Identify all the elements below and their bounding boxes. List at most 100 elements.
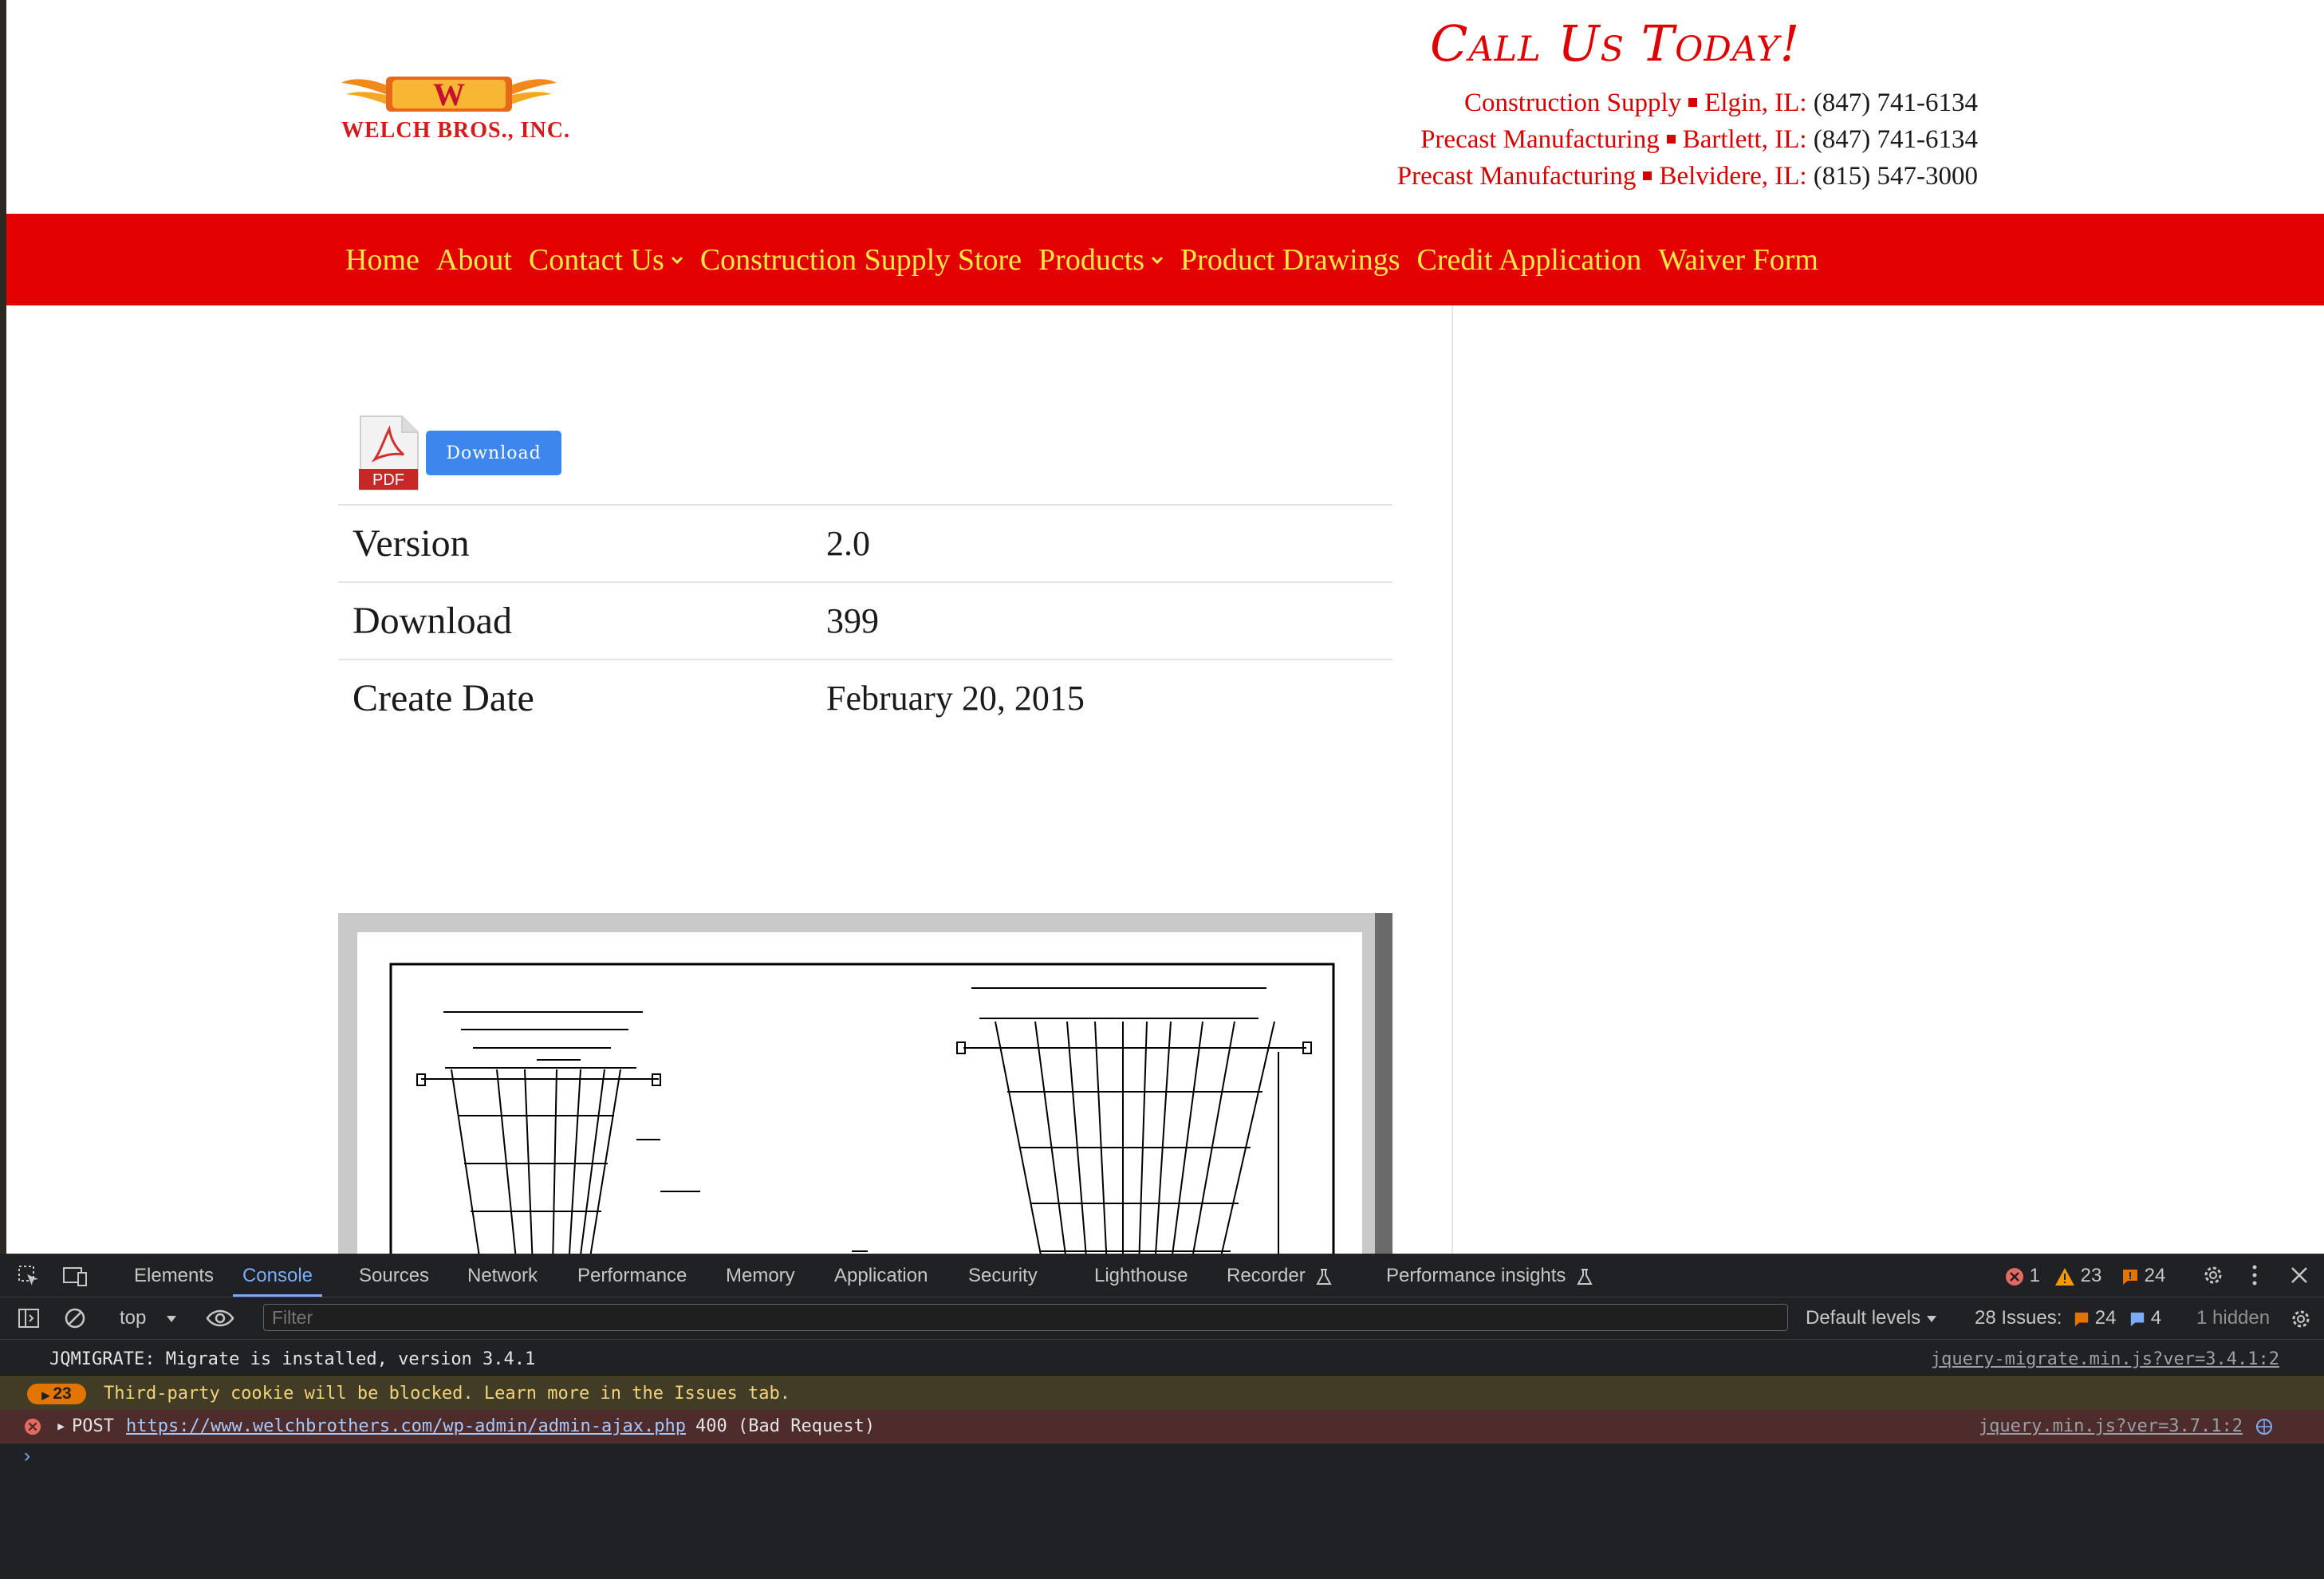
nav-contact-us[interactable]: Contact Us	[529, 242, 683, 278]
svg-text:PDF: PDF	[372, 471, 404, 489]
tab-sources[interactable]: Sources	[359, 1254, 429, 1297]
nav-products[interactable]: Products	[1038, 242, 1164, 278]
nav-waiver-form[interactable]: Waiver Form	[1658, 242, 1818, 278]
sidebar-toggle-icon[interactable]	[18, 1307, 40, 1329]
welch-bros-logo[interactable]: W WELCH BROS., INC.	[341, 72, 597, 152]
desktop-edge	[0, 0, 6, 1254]
nav-label: Products	[1038, 242, 1145, 277]
nav-construction-supply-store[interactable]: Construction Supply Store	[700, 242, 1022, 278]
clear-console-icon[interactable]	[64, 1307, 86, 1329]
contact-phone[interactable]: (847) 741-6134	[1814, 125, 1978, 154]
pdf-preview[interactable]	[338, 913, 1392, 1254]
nav-label: Credit Application	[1416, 242, 1642, 277]
bullet-square-icon	[1688, 98, 1698, 108]
issue-flag-icon	[2074, 1312, 2089, 1326]
flask-icon	[1316, 1268, 1333, 1285]
request-method: POST	[72, 1416, 114, 1436]
contact-label: Precast Manufacturing	[1396, 162, 1637, 191]
chevron-down-icon	[1151, 256, 1164, 264]
chevron-down-icon	[671, 256, 683, 264]
repeat-count-badge: ▶ 23	[27, 1384, 86, 1404]
contact-phone[interactable]: (815) 547-3000	[1814, 162, 1978, 191]
message-source-link[interactable]: jquery-migrate.min.js?ver=3.4.1:2	[1931, 1343, 2279, 1376]
nav-label: About	[435, 242, 512, 277]
issue-flag-icon	[2123, 1269, 2137, 1285]
issues-warn-count: 24	[2094, 1307, 2117, 1329]
contact-lines: Construction Supply Elgin, IL: (847) 741-…	[1397, 85, 1978, 195]
tab-elements[interactable]: Elements	[134, 1254, 214, 1297]
nav-label: Home	[345, 242, 420, 277]
meta-key: Version	[338, 504, 812, 582]
console-settings-gear-icon[interactable]	[2289, 1307, 2313, 1331]
more-options-icon[interactable]	[2251, 1263, 2259, 1287]
download-meta-table: Version 2.0 Download 399 Create Date Feb…	[338, 504, 1392, 736]
network-globe-icon[interactable]	[2255, 1418, 2273, 1435]
nav-label: Construction Supply Store	[699, 242, 1022, 277]
contact-line-bartlett: Precast Manufacturing Bartlett, IL: (847)…	[1397, 121, 1978, 158]
info-counter[interactable]: 24	[2121, 1254, 2165, 1297]
table-row: Create Date February 20, 2015	[338, 659, 1392, 736]
contact-location: Bartlett, IL:	[1682, 125, 1807, 154]
console-error[interactable]: ▸ POST https://www.welchbrothers.com/wp-…	[0, 1410, 2324, 1443]
main-nav: Home About Contact Us Construction Suppl…	[6, 214, 2324, 305]
svg-text:W: W	[433, 77, 465, 112]
context-label: top	[120, 1307, 147, 1329]
warning-counter[interactable]: 23	[2054, 1254, 2101, 1297]
devtools-tabbar: Elements Console Sources Network Perform…	[0, 1254, 2324, 1297]
live-expression-eye-icon[interactable]	[206, 1307, 234, 1329]
tab-recorder[interactable]: Recorder	[1227, 1254, 1333, 1297]
tab-label: Performance insights	[1386, 1265, 1566, 1286]
info-count: 24	[2144, 1265, 2166, 1286]
error-count: 1	[2029, 1265, 2041, 1286]
nav-credit-application[interactable]: Credit Application	[1417, 242, 1642, 278]
devtools-panel: Elements Console Sources Network Perform…	[0, 1254, 2324, 1579]
console-filter-input[interactable]	[263, 1304, 1788, 1331]
download-button[interactable]: Download	[426, 431, 561, 475]
issues-info-count: 4	[2150, 1307, 2162, 1329]
message-source-link[interactable]: jquery.min.js?ver=3.7.1:2	[1979, 1410, 2243, 1443]
console-warning[interactable]: ▶ 23 Third-party cookie will be blocked. …	[0, 1376, 2324, 1411]
nav-about[interactable]: About	[436, 242, 512, 278]
tab-application[interactable]: Application	[834, 1254, 928, 1297]
logo-text: WELCH BROS., INC.	[341, 118, 570, 143]
nav-home[interactable]: Home	[345, 242, 420, 278]
tab-performance[interactable]: Performance	[577, 1254, 687, 1297]
pdf-file-icon[interactable]: PDF	[357, 415, 421, 491]
nav-product-drawings[interactable]: Product Drawings	[1180, 242, 1400, 278]
device-toolbar-icon[interactable]	[62, 1265, 88, 1287]
meta-value: 2.0	[812, 504, 1392, 582]
tab-console[interactable]: Console	[233, 1254, 322, 1297]
contact-label: Precast Manufacturing	[1420, 125, 1660, 154]
console-message[interactable]: JQMIGRATE: Migrate is installed, version…	[0, 1343, 2324, 1376]
tab-network[interactable]: Network	[467, 1254, 538, 1297]
message-text: JQMIGRATE: Migrate is installed, version…	[49, 1349, 536, 1369]
error-counter[interactable]: 1	[2005, 1254, 2040, 1297]
warning-text: Third-party cookie will be blocked. Lear…	[104, 1384, 790, 1404]
request-url-link[interactable]: https://www.welchbrothers.com/wp-admin/a…	[126, 1410, 686, 1443]
nav-label: Product Drawings	[1180, 242, 1400, 277]
nav-label: Contact Us	[528, 242, 664, 277]
settings-gear-icon[interactable]	[2201, 1263, 2225, 1287]
close-icon[interactable]	[2289, 1265, 2310, 1286]
contact-phone[interactable]: (847) 741-6134	[1814, 89, 1978, 117]
inspect-element-icon[interactable]	[18, 1265, 40, 1287]
expand-triangle-icon[interactable]: ▸	[56, 1410, 66, 1443]
web-page: W WELCH BROS., INC. Call Us Today! Const…	[6, 0, 2324, 1254]
tab-memory[interactable]: Memory	[726, 1254, 795, 1297]
tab-performance-insights[interactable]: Performance insights	[1386, 1254, 1593, 1297]
sidebar-divider	[1452, 305, 1453, 1254]
levels-label: Default levels	[1806, 1307, 1921, 1329]
issues-summary[interactable]: 28 Issues: 24 4	[1975, 1297, 2161, 1339]
console-prompt[interactable]: ›	[24, 1445, 30, 1467]
tab-label: Recorder	[1227, 1265, 1306, 1286]
technical-drawing-image	[389, 963, 1335, 1254]
tab-lighthouse[interactable]: Lighthouse	[1094, 1254, 1188, 1297]
info-message-icon	[2130, 1312, 2145, 1326]
log-levels-dropdown[interactable]: Default levels	[1806, 1297, 1937, 1339]
bullet-square-icon	[1666, 135, 1676, 144]
nav-label: Waiver Form	[1658, 242, 1818, 277]
tab-security[interactable]: Security	[968, 1254, 1038, 1297]
pdf-scrollbar[interactable]	[1375, 913, 1392, 1254]
winged-w-logo-icon: W	[341, 77, 557, 112]
context-selector[interactable]: top	[120, 1297, 177, 1339]
